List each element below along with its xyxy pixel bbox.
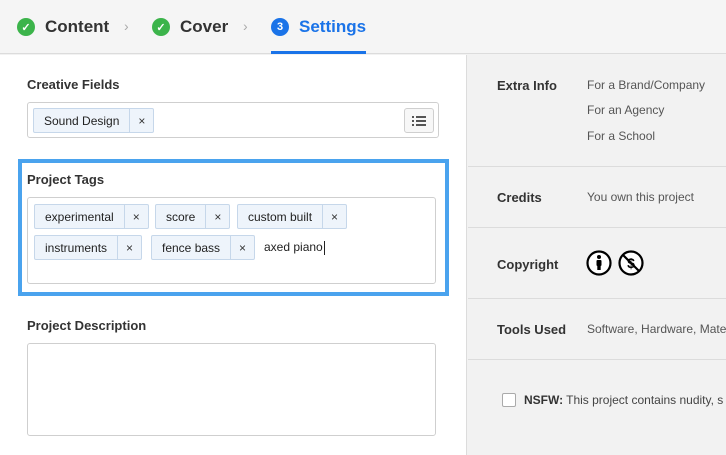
- step-content[interactable]: ✓ Content: [17, 0, 109, 54]
- settings-form: Creative Fields Sound Design × Project T…: [0, 55, 467, 455]
- remove-tag-icon[interactable]: ×: [322, 205, 346, 228]
- nsfw-label: NSFW:: [524, 393, 564, 407]
- list-icon-glyph: [412, 115, 426, 126]
- remove-tag-icon[interactable]: ×: [117, 236, 141, 259]
- project-settings-sidebar: Extra Info For a Brand/Company For an Ag…: [468, 55, 726, 455]
- step-label: Content: [45, 17, 110, 36]
- credits-label: Credits: [497, 190, 542, 205]
- tag-text-input[interactable]: axed piano: [264, 240, 325, 255]
- project-tags-input[interactable]: experimental × score × custom built × in…: [27, 197, 436, 284]
- creative-field-tag: Sound Design ×: [33, 108, 155, 133]
- step-number-badge: 3: [271, 18, 289, 36]
- nsfw-checkbox-row[interactable]: NSFW: This project contains nudity, s: [502, 393, 723, 407]
- cc-noncommercial-icon[interactable]: $: [618, 250, 644, 276]
- step-cover[interactable]: ✓ Cover: [152, 0, 228, 54]
- project-description-title: Project Description: [27, 318, 147, 333]
- tag-label: score: [166, 209, 196, 224]
- copyright-label: Copyright: [497, 257, 559, 272]
- project-tags-title: Project Tags: [27, 172, 105, 187]
- check-icon: ✓: [152, 18, 170, 36]
- tag-input-value: axed piano: [264, 240, 323, 254]
- tag-label: fence bass: [162, 240, 221, 255]
- list-icon[interactable]: [404, 108, 434, 133]
- option-agency[interactable]: For an Agency: [587, 103, 664, 117]
- credits-row: Credits You own this project: [468, 167, 726, 228]
- tag-label: experimental: [45, 209, 114, 224]
- remove-tag-icon[interactable]: ×: [123, 205, 148, 228]
- copyright-row: Copyright $: [468, 228, 726, 299]
- project-tag: custom built ×: [237, 204, 348, 229]
- chevron-right-icon: ›: [243, 18, 248, 34]
- remove-tag-icon[interactable]: ×: [205, 205, 229, 228]
- project-tag: fence bass ×: [151, 235, 256, 260]
- extra-info-row: Extra Info For a Brand/Company For an Ag…: [468, 55, 726, 167]
- creative-fields-input[interactable]: Sound Design ×: [27, 102, 439, 138]
- step-navigation: ✓ Content › ✓ Cover › 3 Settings: [0, 0, 726, 54]
- option-school[interactable]: For a School: [587, 129, 655, 143]
- text-caret: [323, 240, 325, 255]
- project-tag: instruments ×: [34, 235, 143, 260]
- tools-used-label: Tools Used: [497, 322, 567, 337]
- credits-value[interactable]: You own this project: [587, 190, 694, 204]
- chevron-right-icon: ›: [124, 18, 129, 34]
- tools-used-value[interactable]: Software, Hardware, Mate: [587, 322, 726, 336]
- extra-info-label: Extra Info: [497, 78, 557, 93]
- tag-label: instruments: [45, 240, 108, 255]
- tools-used-row: Tools Used Software, Hardware, Mate: [468, 299, 726, 360]
- project-tag: experimental ×: [34, 204, 149, 229]
- creative-fields-title: Creative Fields: [27, 77, 120, 92]
- check-icon: ✓: [17, 18, 35, 36]
- step-label: Cover: [180, 17, 229, 36]
- step-settings[interactable]: 3 Settings: [271, 0, 367, 54]
- remove-tag-icon[interactable]: ×: [230, 236, 254, 259]
- nsfw-checkbox[interactable]: [502, 393, 516, 407]
- step-label: Settings: [299, 17, 367, 36]
- project-description-textarea[interactable]: [27, 343, 436, 436]
- nsfw-description: This project contains nudity, s: [566, 393, 724, 407]
- project-tag: score ×: [155, 204, 231, 229]
- tag-label: custom built: [248, 209, 313, 224]
- option-brand[interactable]: For a Brand/Company: [587, 78, 705, 92]
- tag-label: Sound Design: [44, 113, 120, 128]
- cc-attribution-icon[interactable]: [586, 250, 612, 276]
- remove-tag-icon[interactable]: ×: [129, 109, 153, 132]
